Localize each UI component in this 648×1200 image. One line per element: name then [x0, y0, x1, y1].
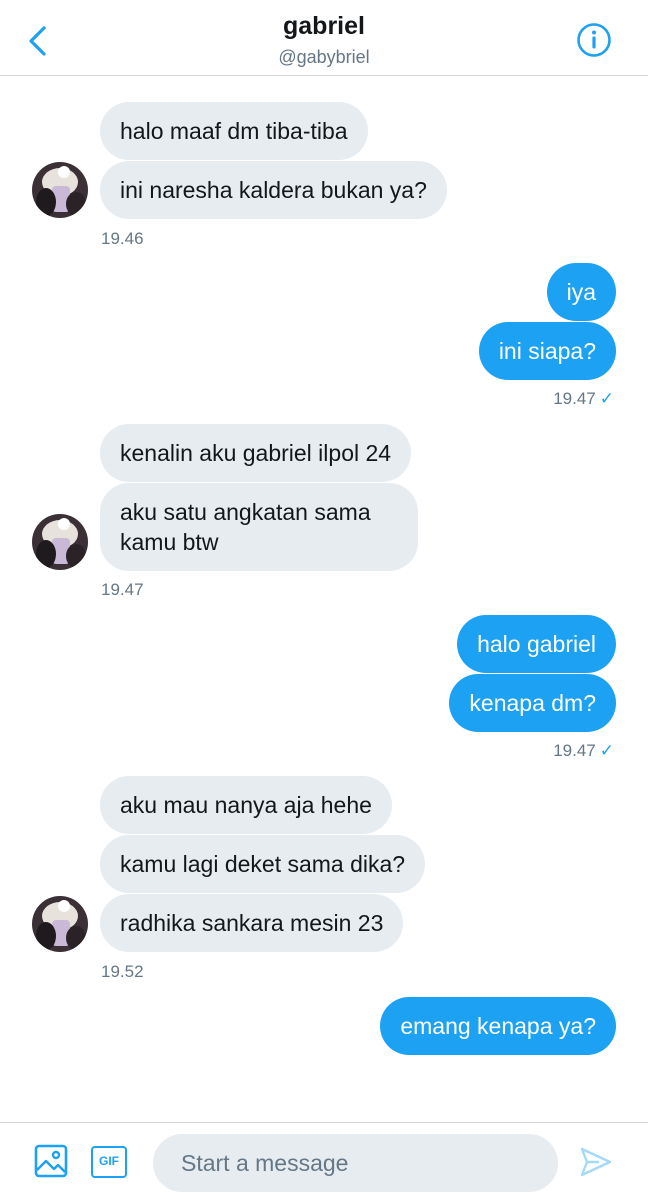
sent-check-icon: ✓	[599, 389, 614, 408]
info-button[interactable]	[576, 22, 612, 58]
send-button[interactable]	[578, 1144, 614, 1180]
message-bubble-outgoing[interactable]: halo gabriel	[457, 615, 616, 673]
avatar-photo	[32, 896, 88, 952]
send-icon	[580, 1147, 612, 1177]
image-icon	[34, 1144, 68, 1178]
message-timestamp: 19.47	[101, 580, 144, 599]
sent-check-icon: ✓	[599, 741, 614, 760]
timestamp-time: 19.47	[553, 389, 596, 408]
avatar[interactable]	[32, 896, 88, 952]
message-bubble-incoming[interactable]: aku mau nanya aja hehe	[100, 776, 392, 834]
message-bubble-outgoing[interactable]: ini siapa?	[478, 322, 616, 380]
message-timestamp: 19.47 ✓	[553, 741, 614, 761]
message-bubble-outgoing[interactable]: kenapa dm?	[449, 674, 616, 732]
message-bubble-outgoing[interactable]: iya	[546, 263, 616, 321]
message-input[interactable]	[153, 1134, 558, 1192]
add-media-button[interactable]	[34, 1144, 68, 1178]
timestamp-time: 19.47	[553, 741, 596, 760]
message-bubble-incoming[interactable]: ini naresha kaldera bukan ya?	[100, 161, 447, 219]
message-bubble-incoming[interactable]: kenalin aku gabriel ilpol 24	[100, 424, 412, 482]
avatar[interactable]	[32, 514, 88, 570]
message-timestamp: 19.47 ✓	[553, 389, 614, 409]
conversation-name: gabriel	[283, 12, 365, 40]
message-bubble-incoming[interactable]: aku satu angkatan sama kamu btw	[100, 483, 418, 571]
conversation-handle: @gabybriel	[278, 47, 370, 67]
avatar[interactable]	[32, 162, 88, 218]
info-icon	[577, 23, 611, 57]
gif-button[interactable]: GIF	[91, 1146, 127, 1178]
message-bubble-incoming[interactable]: halo maaf dm tiba-tiba	[100, 102, 368, 160]
avatar-photo	[32, 162, 88, 218]
message-bubble-incoming[interactable]: kamu lagi deket sama dika?	[100, 835, 426, 893]
avatar-photo	[32, 514, 88, 570]
conversation-header: gabriel @gabybriel	[0, 0, 648, 76]
message-bubble-outgoing[interactable]: emang kenapa ya?	[380, 997, 616, 1055]
message-timestamp: 19.46	[101, 229, 144, 248]
message-bubble-incoming[interactable]: radhika sankara mesin 23	[100, 894, 404, 952]
message-timestamp: 19.52	[101, 962, 144, 981]
